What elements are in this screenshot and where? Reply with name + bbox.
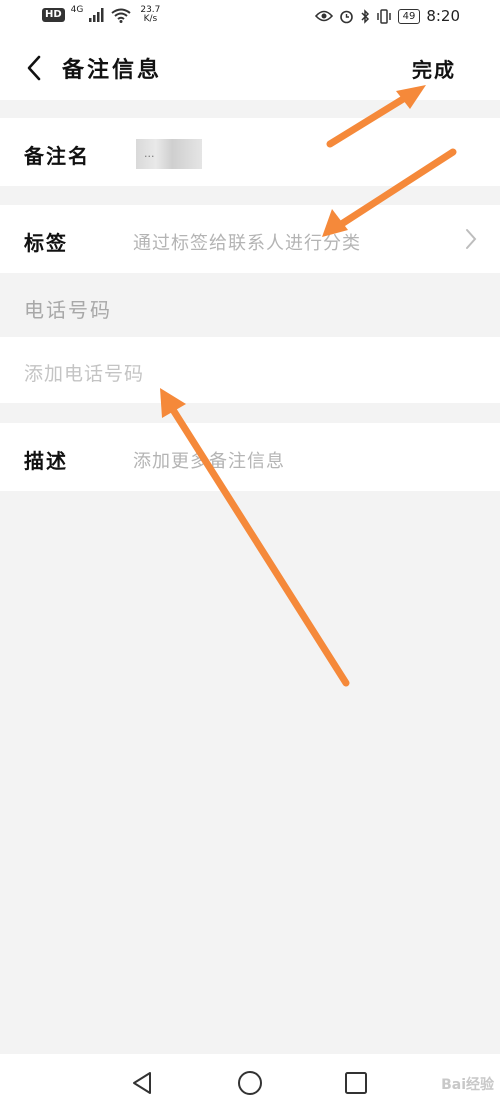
add-phone-input[interactable]: 添加电话号码 — [24, 359, 144, 386]
network-speed: 23.7 K/s — [137, 6, 163, 24]
description-input[interactable]: 添加更多备注信息 — [133, 447, 285, 473]
eye-icon — [314, 10, 333, 22]
wifi-icon — [111, 8, 131, 23]
add-phone-row[interactable]: 添加电话号码 — [0, 337, 500, 403]
clock: 8:20 — [426, 7, 460, 25]
signal-icon — [89, 8, 104, 22]
battery-indicator: 49 — [397, 8, 421, 24]
remark-name-input[interactable]: ... — [136, 139, 202, 169]
status-bar: HD 4G 23.7 K/s 49 8:20 — [0, 0, 500, 36]
description-label: 描述 — [24, 449, 68, 473]
nav-recents-button[interactable] — [341, 1068, 371, 1098]
phone-section-label: 电话号码 — [24, 298, 112, 322]
hd-badge: HD — [42, 8, 65, 22]
nav-back-button[interactable] — [128, 1068, 158, 1098]
back-button[interactable] — [22, 52, 52, 84]
triangle-back-icon — [133, 1072, 151, 1094]
navigation-bar: Bai经验 — [0, 1054, 500, 1111]
bluetooth-icon — [361, 8, 369, 24]
header: 备注信息 完成 — [0, 36, 500, 100]
circle-home-icon — [238, 1071, 262, 1095]
tags-label: 标签 — [24, 231, 68, 255]
tags-row[interactable]: 标签 通过标签给联系人进行分类 — [0, 205, 500, 273]
network-type: 4G — [70, 5, 84, 15]
status-left: HD 4G 23.7 K/s — [42, 5, 163, 24]
status-right: 49 8:20 — [314, 7, 460, 25]
nav-home-button[interactable] — [235, 1068, 265, 1098]
watermark: Bai经验 — [441, 1077, 494, 1093]
chevron-right-icon — [466, 229, 477, 249]
done-button[interactable]: 完成 — [412, 54, 456, 83]
vibrate-icon — [376, 8, 391, 24]
page-title: 备注信息 — [62, 58, 163, 83]
description-row[interactable]: 描述 添加更多备注信息 — [0, 423, 500, 491]
remark-name-row[interactable]: 备注名 ... — [0, 118, 500, 186]
chevron-left-icon — [27, 55, 41, 81]
tags-placeholder: 通过标签给联系人进行分类 — [133, 233, 361, 254]
alarm-icon — [339, 10, 353, 23]
remark-name-label: 备注名 — [24, 144, 90, 168]
square-recents-icon — [345, 1072, 367, 1094]
network-speed-unit: K/s — [143, 14, 158, 24]
